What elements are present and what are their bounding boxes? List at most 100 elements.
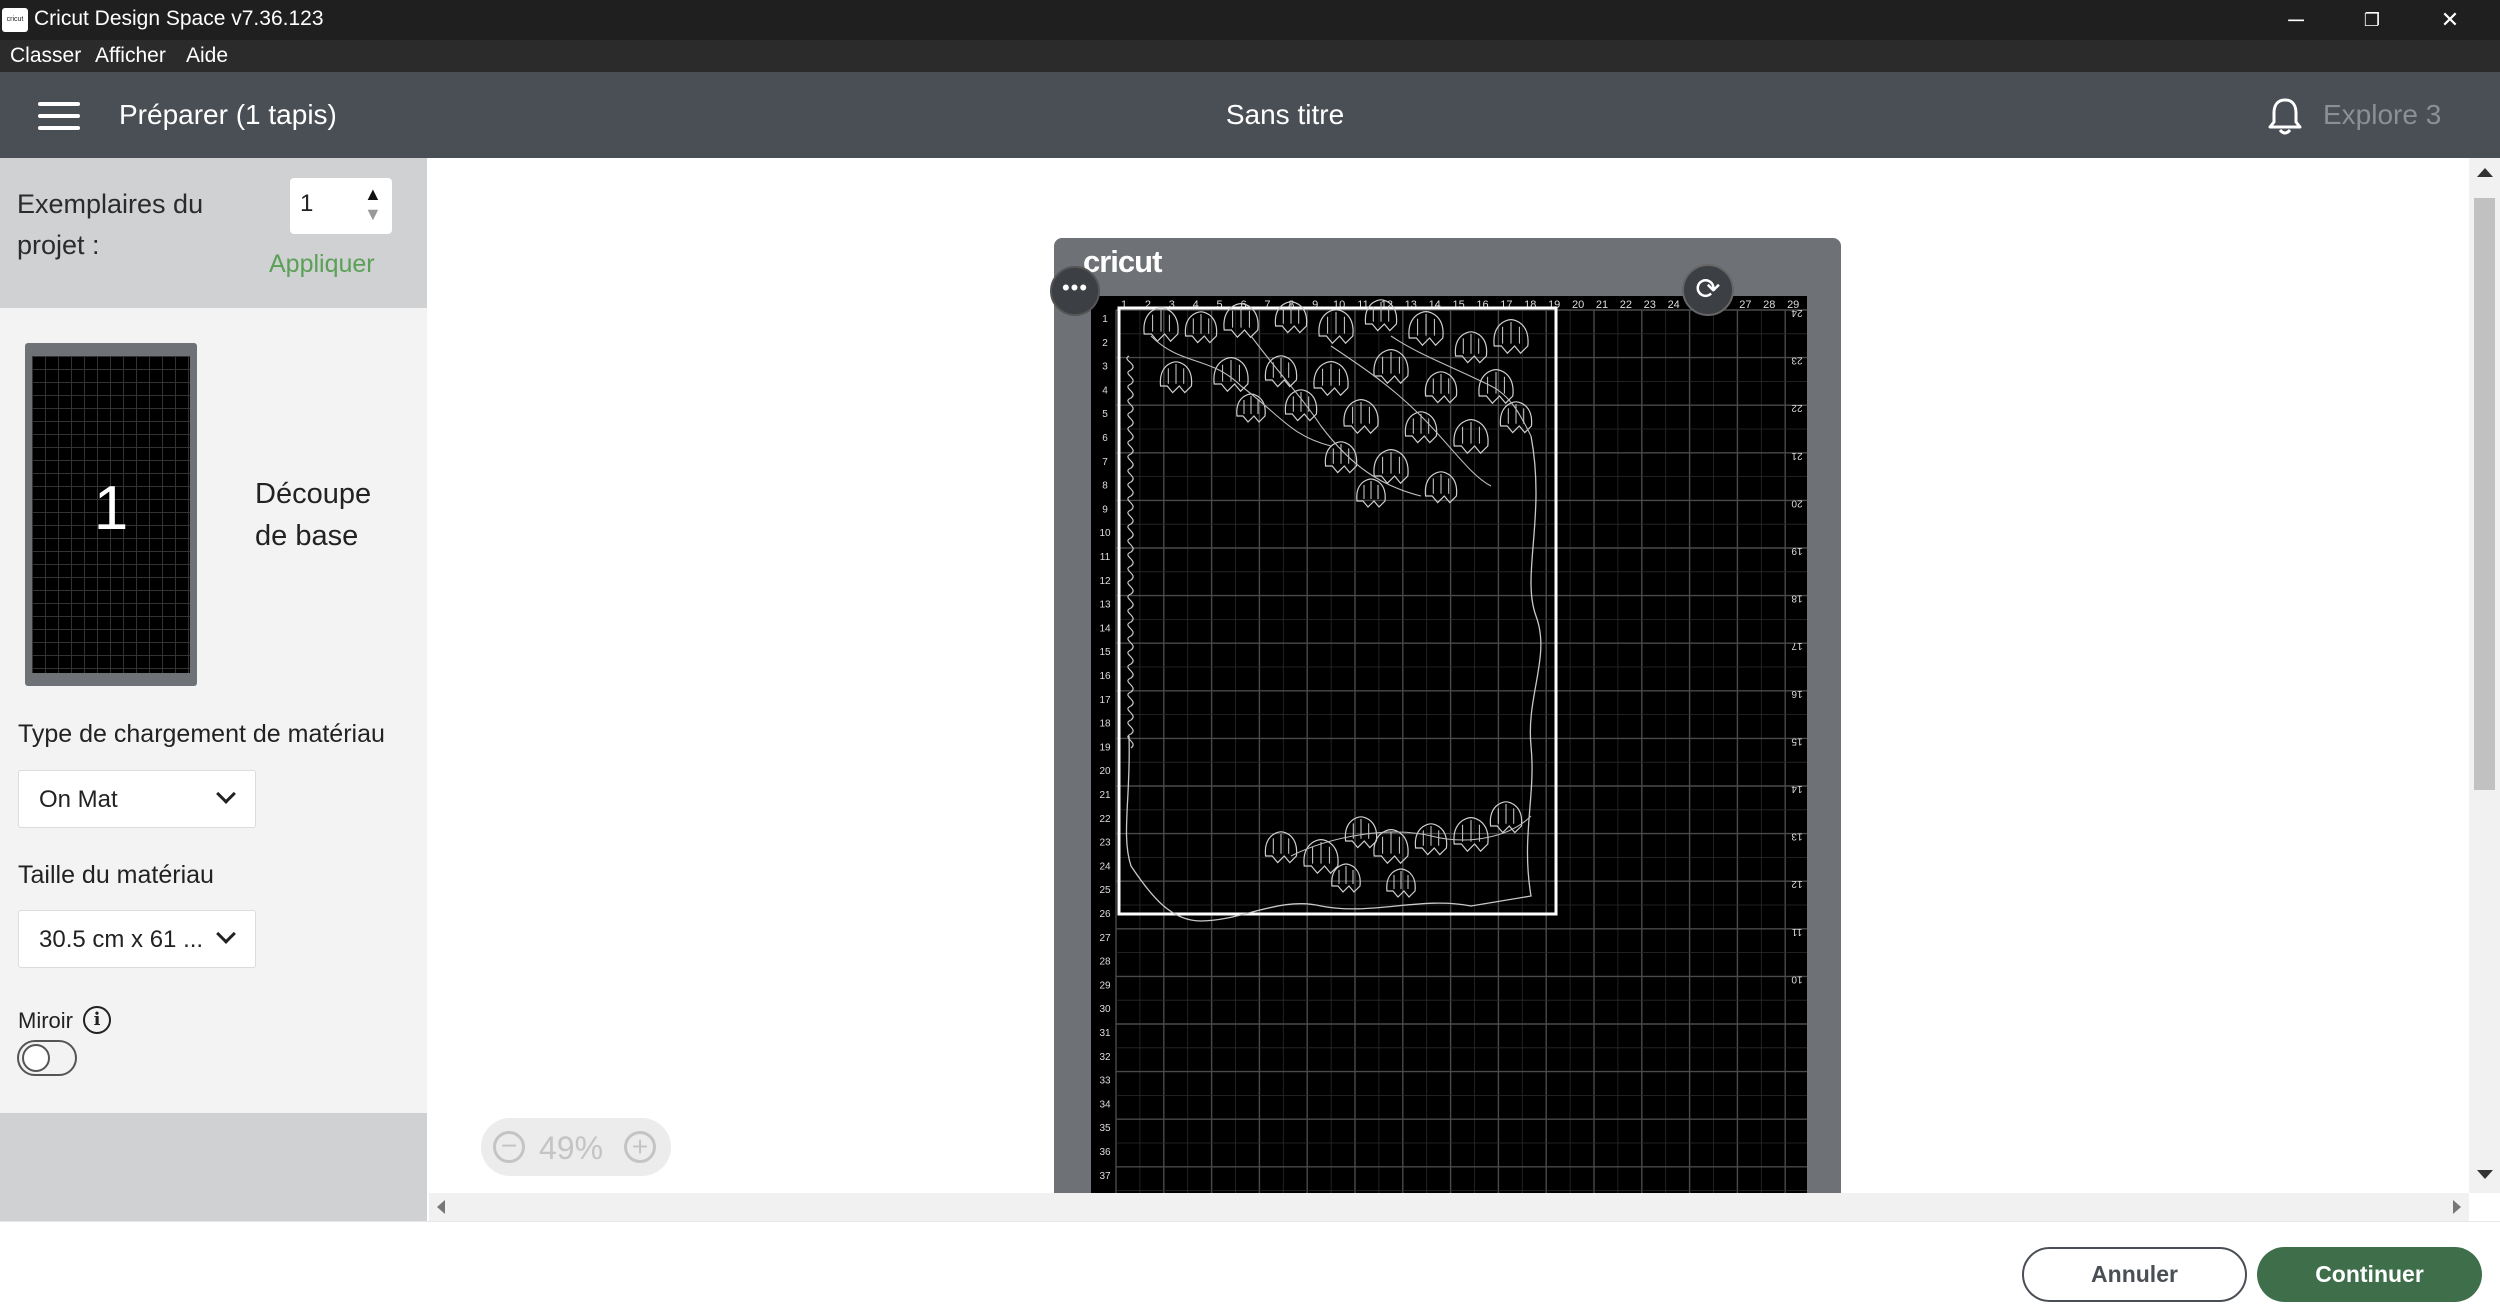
ruler-right-label: 22: [1791, 402, 1803, 413]
ruler-right-label: 14: [1791, 783, 1803, 794]
ruler-left-label: 4: [1102, 385, 1108, 396]
ruler-left-label: 19: [1099, 742, 1111, 753]
minimize-button[interactable]: ─: [2258, 0, 2334, 40]
ruler-right-label: 19: [1791, 545, 1803, 556]
mat-options-button[interactable]: •••: [1050, 266, 1100, 316]
ruler-top-label: 27: [1739, 299, 1751, 311]
load-type-dropdown[interactable]: On Mat: [18, 770, 256, 828]
zoom-level: 49%: [539, 1130, 604, 1166]
ruler-left-label: 10: [1099, 528, 1111, 539]
load-type-value: On Mat: [39, 786, 118, 813]
ruler-top-label: 28: [1763, 299, 1775, 311]
ruler-left-label: 27: [1099, 933, 1111, 944]
scroll-down-arrow-icon[interactable]: [2477, 1170, 2493, 1179]
ruler-left-label: 34: [1099, 1099, 1111, 1110]
cutting-mat: cricut 1 2 3 4 5 6 7 8 9 10 11 12 13 14 15 16 17 18 19 20 21…: [1050, 238, 1841, 1193]
mat-thumbnail[interactable]: 1: [25, 343, 197, 686]
ruler-left-label: 2: [1102, 338, 1108, 349]
chevron-down-icon: [216, 784, 236, 804]
material-size-dropdown[interactable]: 30.5 cm x 61 ...: [18, 910, 256, 968]
window-title: Cricut Design Space v7.36.123: [34, 7, 324, 30]
scroll-right-arrow-icon[interactable]: [2453, 1200, 2461, 1214]
ruler-left-label: 23: [1099, 838, 1111, 849]
mat-sidebar: Exemplaires du projet : ▲ ▼ Appliquer 1 …: [0, 158, 427, 1221]
ruler-left-label: 14: [1099, 623, 1111, 634]
ruler-right-label: 23: [1791, 355, 1803, 366]
mat-number: 1: [93, 474, 129, 543]
rotate-icon[interactable]: ⟳: [1682, 264, 1734, 316]
ruler-right-label: 18: [1791, 593, 1803, 604]
ruler-right-label: 12: [1791, 878, 1803, 889]
mat-artwork: 1 2 3 4 5 6 7 8 9 10 11 12 13 14 15 16 17 18 19 20 21 22 23 24 2…: [1099, 299, 1807, 1193]
app-logo-icon: cricut: [2, 8, 28, 32]
vertical-scroll-thumb[interactable]: [2474, 198, 2495, 790]
zoom-out-button[interactable]: −: [493, 1131, 525, 1163]
toggle-knob: [22, 1044, 50, 1072]
ruler-left-label: 12: [1099, 576, 1111, 587]
ruler-left-label: 6: [1102, 433, 1108, 444]
ruler-left-label: 5: [1102, 409, 1108, 420]
page-title: Préparer (1 tapis): [119, 99, 337, 130]
vertical-scrollbar[interactable]: [2469, 158, 2500, 1193]
app-header: Préparer (1 tapis) Sans titre Explore 3: [0, 72, 2500, 158]
mirror-label: Miroir: [18, 1008, 73, 1033]
project-copies-panel: Exemplaires du projet : ▲ ▼ Appliquer: [0, 158, 427, 308]
mat-brand-logo: cricut: [1083, 244, 1162, 279]
mat-name: Découpe de base: [255, 478, 372, 552]
ruler-right-label: 20: [1791, 497, 1803, 508]
copies-input[interactable]: [300, 190, 350, 218]
decrement-arrow-icon[interactable]: ▼: [364, 204, 382, 225]
info-icon[interactable]: i: [83, 1006, 111, 1034]
scroll-left-arrow-icon[interactable]: [437, 1200, 445, 1214]
continue-button[interactable]: Continuer: [2257, 1247, 2482, 1302]
mat-grid: 1 2 3 4 5 6 7 8 9 10 11 12 13 14 15 16 17 18 19 20 21 22 23 24 2…: [1091, 296, 1807, 1193]
ruler-right-label: 15: [1791, 735, 1803, 746]
menu-classer[interactable]: Classer: [10, 44, 81, 68]
sidebar-footer: [0, 1113, 427, 1221]
ruler-left-label: 22: [1099, 814, 1111, 825]
ruler-right-label: 24: [1791, 307, 1803, 318]
menu-afficher[interactable]: Afficher: [95, 44, 166, 68]
ruler-left-label: 8: [1102, 481, 1108, 492]
close-window-button[interactable]: ✕: [2412, 0, 2488, 40]
scroll-up-arrow-icon[interactable]: [2477, 168, 2493, 177]
increment-arrow-icon[interactable]: ▲: [364, 184, 382, 205]
ruler-top-label: 23: [1644, 299, 1656, 311]
action-footer: Annuler Continuer: [0, 1221, 2500, 1315]
ruler-left-label: 33: [1099, 1076, 1111, 1087]
menu-bar: Classer Afficher Aide: [0, 40, 2500, 72]
ruler-left-label: 15: [1099, 647, 1111, 658]
ruler-top-label: 20: [1572, 299, 1584, 311]
material-size-label: Taille du matériau: [18, 861, 214, 889]
mirror-toggle[interactable]: [17, 1040, 77, 1076]
bell-icon[interactable]: [2266, 96, 2304, 136]
ruler-top-label: 22: [1620, 299, 1632, 311]
ruler-right-label: 21: [1791, 450, 1803, 461]
ruler-right-label: 16: [1791, 688, 1803, 699]
cancel-button[interactable]: Annuler: [2022, 1247, 2247, 1302]
ruler-left-label: 1: [1102, 314, 1108, 325]
ruler-left-label: 26: [1099, 909, 1111, 920]
zoom-in-button[interactable]: +: [624, 1131, 656, 1163]
ruler-top-label: 21: [1596, 299, 1608, 311]
zoom-control: − 49% +: [481, 1118, 671, 1176]
vine-shape: [1126, 355, 1134, 749]
restore-button[interactable]: ❐: [2334, 0, 2410, 40]
ruler-left-label: 16: [1099, 671, 1111, 682]
ruler-left-label: 37: [1099, 1171, 1111, 1182]
ruler-right-label: 11: [1791, 926, 1802, 937]
ruler-left-label: 31: [1099, 1028, 1111, 1039]
horizontal-scrollbar[interactable]: [429, 1193, 2469, 1221]
copies-stepper[interactable]: ▲ ▼: [290, 178, 392, 234]
ruler-left-label: 30: [1099, 1004, 1111, 1015]
ruler-right-label: 17: [1791, 640, 1803, 651]
machine-selector[interactable]: Explore 3: [2323, 99, 2441, 131]
title-bar: cricut Cricut Design Space v7.36.123 ─ ❐…: [0, 0, 2500, 40]
mat-canvas[interactable]: cricut 1 2 3 4 5 6 7 8 9 10 11 12 13 14 15 16 17 18 19 20 21…: [429, 158, 2469, 1193]
menu-hamburger-icon[interactable]: [38, 102, 80, 130]
ruler-left-label: 3: [1102, 362, 1108, 373]
document-title: Sans titre: [1225, 99, 1345, 130]
ruler-left-label: 21: [1099, 790, 1111, 801]
menu-aide[interactable]: Aide: [186, 44, 228, 68]
apply-button[interactable]: Appliquer: [269, 250, 375, 279]
